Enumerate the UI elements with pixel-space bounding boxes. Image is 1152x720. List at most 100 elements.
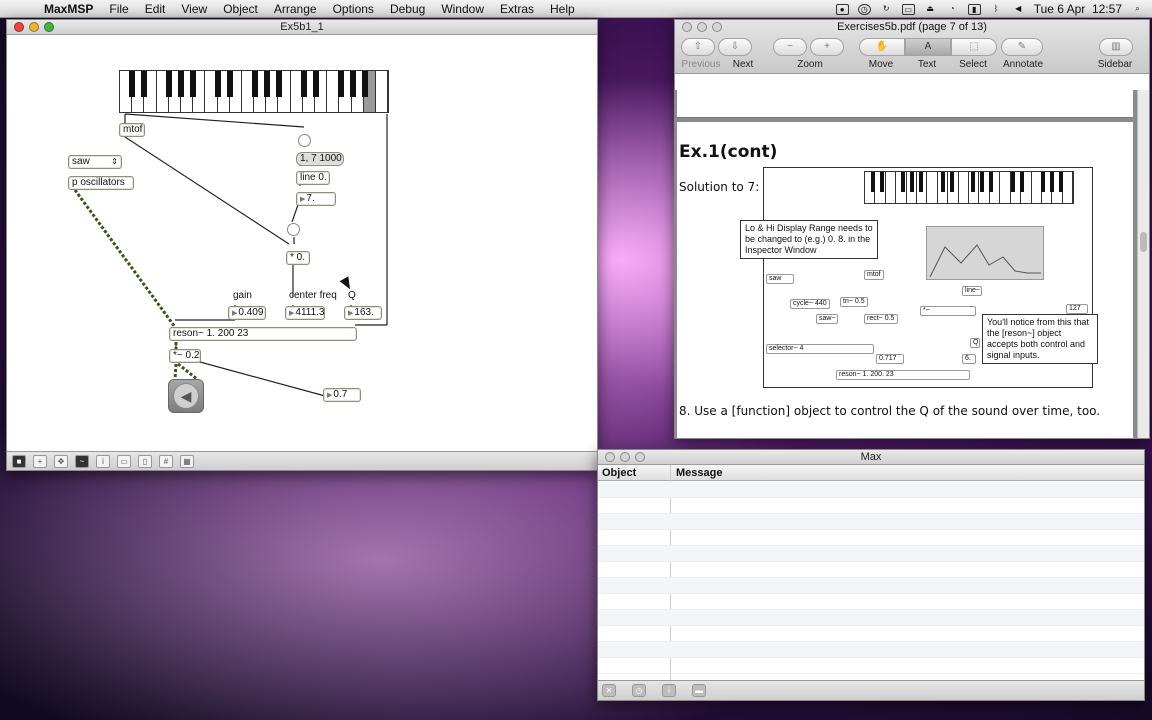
menu-help[interactable]: Help: [542, 2, 583, 16]
spotlight-search-icon[interactable]: ⌕: [1131, 4, 1144, 15]
presentation-icon[interactable]: ▭: [117, 454, 131, 468]
select-tool-button[interactable]: ⬚: [951, 38, 997, 56]
black-key[interactable]: [264, 71, 270, 97]
console-row: [598, 594, 1144, 610]
fig-rect: rect~ 0.5: [864, 314, 898, 324]
black-key[interactable]: [338, 71, 344, 97]
minimize-button[interactable]: [29, 22, 39, 32]
output-gain-number[interactable]: 0.7: [323, 388, 361, 402]
time-machine-icon[interactable]: ◷: [857, 3, 871, 15]
menu-view[interactable]: View: [173, 2, 215, 16]
fig-127: 127: [1066, 304, 1088, 314]
white-key[interactable]: [376, 71, 389, 112]
previous-page-button[interactable]: ⇧: [681, 38, 715, 56]
next-page-button[interactable]: ⇩: [718, 38, 752, 56]
lock-icon[interactable]: ■: [12, 454, 26, 468]
multiply-object[interactable]: * 0.: [286, 251, 310, 265]
object-column-header[interactable]: Object: [602, 467, 636, 479]
battery-icon[interactable]: ▮: [967, 3, 981, 15]
envelope-number[interactable]: 7.: [296, 192, 336, 206]
black-key[interactable]: [252, 71, 258, 97]
fig-cycle: cycle~ 440: [790, 299, 830, 309]
screen-recorder-icon[interactable]: ●: [835, 3, 849, 15]
move-tool-button[interactable]: ✋: [859, 38, 905, 56]
signal-multiply-object[interactable]: *~ 0.2: [169, 349, 201, 363]
patcher-canvas[interactable]: mtof saw ⇕ p oscillators 1, 7 1000 line …: [7, 35, 597, 452]
menu-window[interactable]: Window: [433, 2, 492, 16]
envelope-message[interactable]: 1, 7 1000: [296, 152, 344, 166]
sync-icon[interactable]: ↻: [880, 4, 893, 15]
black-key[interactable]: [301, 71, 307, 97]
black-key[interactable]: [350, 71, 356, 97]
menu-file[interactable]: File: [101, 2, 136, 16]
black-key[interactable]: [227, 71, 233, 97]
black-key[interactable]: [276, 71, 282, 97]
options-icon[interactable]: ▬: [692, 684, 706, 697]
console-message-list[interactable]: [598, 482, 1144, 682]
menu-edit[interactable]: Edit: [137, 2, 174, 16]
zoom-button[interactable]: [635, 452, 645, 462]
sidebar-button[interactable]: ▥: [1099, 38, 1133, 56]
grid-icon[interactable]: #: [159, 454, 173, 468]
center-freq-number[interactable]: 4111.3: [285, 306, 325, 320]
bang-button-top[interactable]: [298, 134, 311, 147]
snap-icon[interactable]: ▦: [180, 454, 194, 468]
black-key[interactable]: [215, 71, 221, 97]
minimize-button[interactable]: [620, 452, 630, 462]
close-button[interactable]: [14, 22, 24, 32]
kslider-keyboard[interactable]: [119, 70, 389, 113]
move-icon[interactable]: ✥: [54, 454, 68, 468]
black-key[interactable]: [190, 71, 196, 97]
pdf-scroll-thumb[interactable]: [1140, 232, 1147, 252]
menu-options[interactable]: Options: [325, 2, 382, 16]
ezdac-output[interactable]: ◀: [168, 379, 204, 413]
inspector-graph-icon[interactable]: ~: [75, 454, 89, 468]
menu-arrange[interactable]: Arrange: [266, 2, 325, 16]
timestamp-icon[interactable]: ◷: [632, 684, 646, 697]
bang-button-mid[interactable]: [287, 223, 300, 236]
range-callout: Lo & Hi Display Range needs to be change…: [740, 220, 878, 259]
waveform-menu-value: saw: [72, 156, 90, 167]
volume-icon[interactable]: ◀: [1012, 4, 1025, 15]
black-key[interactable]: [166, 71, 172, 97]
black-key[interactable]: [178, 71, 184, 97]
menu-app-name[interactable]: MaxMSP: [36, 2, 101, 16]
reson-object[interactable]: reson~ 1. 200 23: [169, 327, 357, 341]
oscillators-subpatch[interactable]: p oscillators: [68, 176, 134, 190]
new-object-icon[interactable]: +: [33, 454, 47, 468]
menu-debug[interactable]: Debug: [382, 2, 433, 16]
patcher-titlebar[interactable]: Ex5b1_1: [7, 20, 597, 35]
black-key[interactable]: [362, 71, 368, 97]
close-button[interactable]: [605, 452, 615, 462]
info-icon[interactable]: i: [662, 684, 676, 697]
black-key[interactable]: [313, 71, 319, 97]
pdf-vertical-scrollbar[interactable]: [1137, 90, 1149, 438]
zoom-out-button[interactable]: −: [773, 38, 807, 56]
text-tool-button[interactable]: A: [905, 38, 951, 56]
line-object[interactable]: line 0.: [296, 171, 330, 185]
menu-object[interactable]: Object: [215, 2, 266, 16]
message-column-header[interactable]: Message: [676, 467, 722, 479]
black-key[interactable]: [141, 71, 147, 97]
bluetooth-icon[interactable]: ᛒ: [990, 4, 1003, 15]
zoom-button[interactable]: [44, 22, 54, 32]
gain-number[interactable]: 0.409: [228, 306, 266, 320]
wifi-icon[interactable]: ◔: [946, 4, 959, 15]
display-icon[interactable]: ▭: [901, 3, 915, 15]
annotate-button[interactable]: ✎: [1001, 38, 1043, 56]
clear-icon[interactable]: ✕: [602, 684, 616, 697]
split-view-icon[interactable]: ▯: [138, 454, 152, 468]
console-titlebar[interactable]: Max: [598, 450, 1144, 465]
q-number[interactable]: 163.: [344, 306, 382, 320]
eject-icon[interactable]: ⏏: [924, 4, 937, 15]
black-key[interactable]: [129, 71, 135, 97]
menu-extras[interactable]: Extras: [492, 2, 542, 16]
console-row: [598, 658, 1144, 674]
pdf-document-area[interactable]: Ex.1(cont) Solution to 7: Lo & Hi Displa…: [675, 90, 1149, 438]
menu-clock[interactable]: Tue 6 Apr 12:57: [1034, 2, 1122, 16]
waveform-menu[interactable]: saw ⇕: [68, 155, 122, 169]
mtof-object[interactable]: mtof: [119, 123, 145, 137]
info-icon[interactable]: i: [96, 454, 110, 468]
zoom-in-button[interactable]: +: [810, 38, 844, 56]
speaker-icon: ◀: [173, 383, 199, 409]
